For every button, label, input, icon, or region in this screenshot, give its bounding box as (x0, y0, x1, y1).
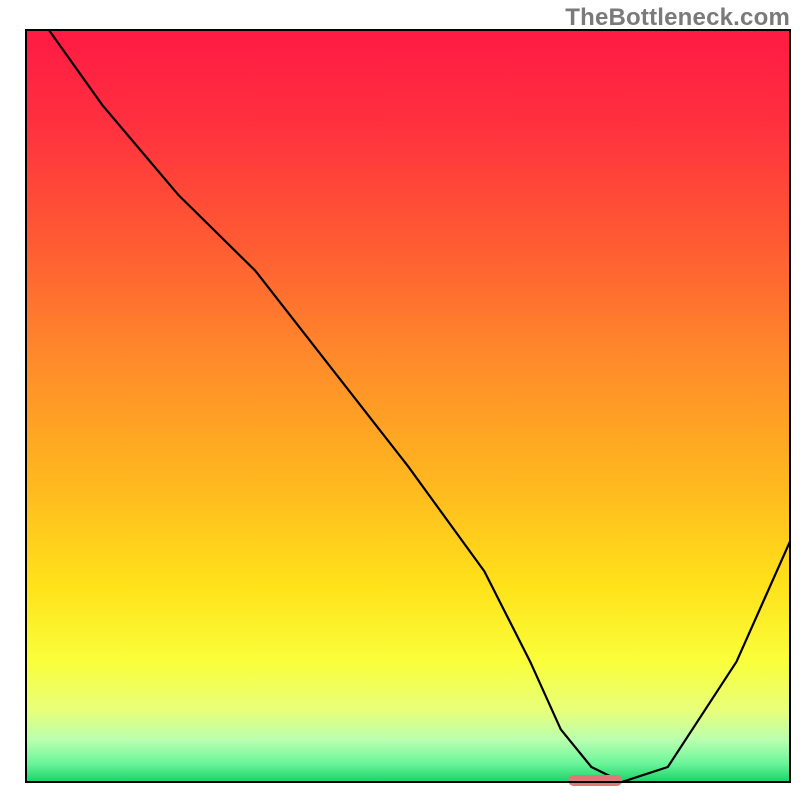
plot-background (26, 30, 790, 782)
watermark-text: TheBottleneck.com (565, 4, 790, 32)
sweet-spot-marker (568, 775, 621, 786)
chart-stage: TheBottleneck.com (0, 0, 800, 800)
bottleneck-chart (0, 0, 800, 800)
